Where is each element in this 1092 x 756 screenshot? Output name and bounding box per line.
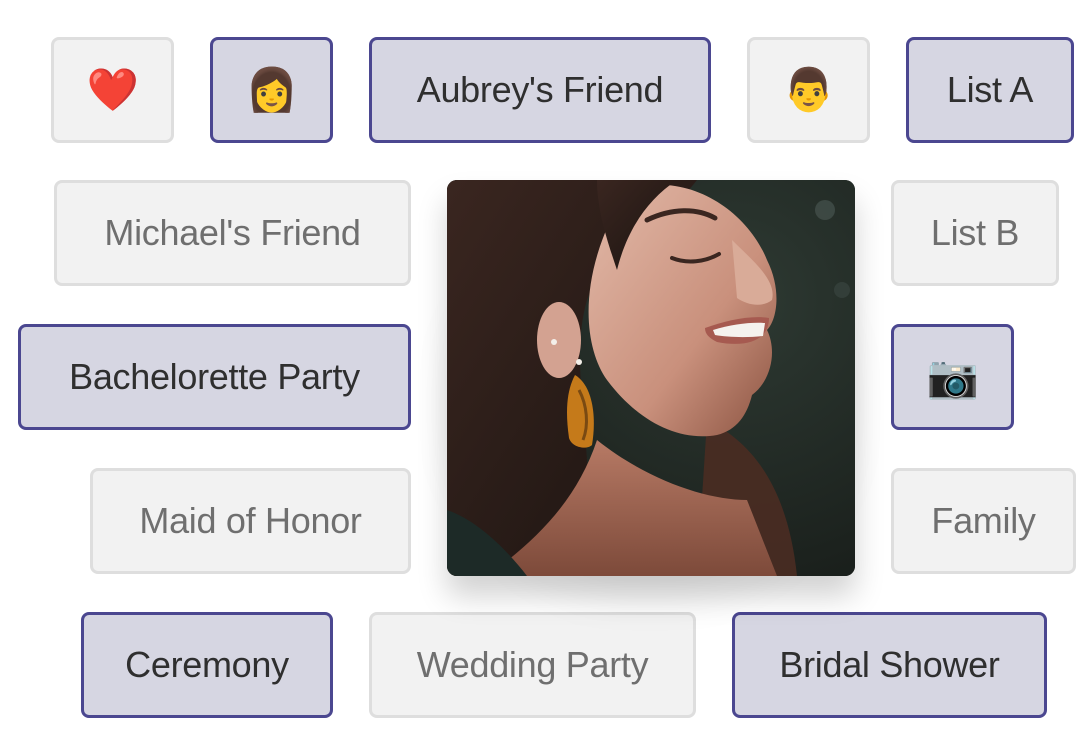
tag-label: Bachelorette Party [69, 356, 360, 397]
tag-list-b[interactable]: List B [891, 180, 1059, 286]
profile-photo [447, 180, 855, 576]
tag-bachelorette-party[interactable]: Bachelorette Party [18, 324, 411, 430]
man-icon: 👨 [782, 66, 835, 113]
tag-family[interactable]: Family [891, 468, 1076, 574]
tag-label: List B [930, 212, 1020, 253]
tag-list-a[interactable]: List A [906, 37, 1074, 143]
tag-label: Michael's Friend [104, 212, 361, 253]
tag-label: List A [946, 69, 1034, 110]
camera-icon: 📷 [926, 353, 979, 400]
tag-woman[interactable]: 👩 [210, 37, 333, 143]
heart-icon: ❤️ [86, 66, 139, 113]
tag-ceremony[interactable]: Ceremony [81, 612, 333, 718]
tag-bridal-shower[interactable]: Bridal Shower [732, 612, 1047, 718]
tag-aubreys-friend[interactable]: Aubrey's Friend [369, 37, 711, 143]
tag-heart[interactable]: ❤️ [51, 37, 174, 143]
tag-camera[interactable]: 📷 [891, 324, 1014, 430]
tag-man[interactable]: 👨 [747, 37, 870, 143]
tag-label: Maid of Honor [139, 500, 362, 541]
tag-label: Wedding Party [416, 644, 649, 685]
woman-icon: 👩 [245, 66, 298, 113]
photo-illustration [447, 180, 855, 576]
tag-maid-of-honor[interactable]: Maid of Honor [90, 468, 411, 574]
tag-label: Bridal Shower [779, 644, 1000, 685]
tag-michaels-friend[interactable]: Michael's Friend [54, 180, 411, 286]
tag-label: Aubrey's Friend [416, 69, 664, 110]
tag-label: Ceremony [125, 644, 289, 685]
tag-wedding-party[interactable]: Wedding Party [369, 612, 696, 718]
tag-label: Family [931, 500, 1036, 541]
